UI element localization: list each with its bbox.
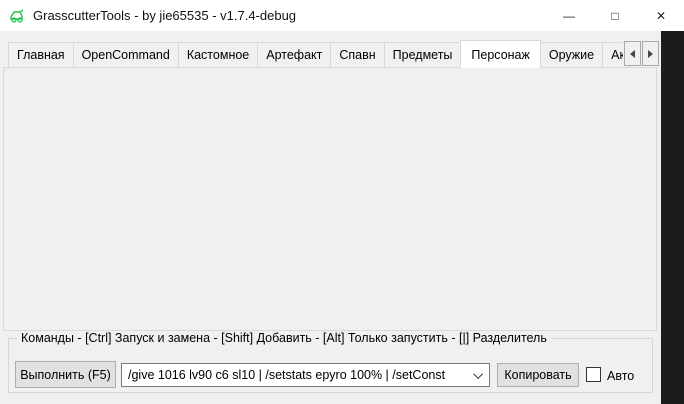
tab-spawn[interactable]: Спавн — [330, 42, 384, 68]
tab-scroll-left-button[interactable] — [624, 41, 641, 66]
grasscutter-app-icon — [9, 8, 25, 24]
tab-strip: Главная OpenCommand Кастомное Артефакт С… — [8, 40, 623, 68]
command-input[interactable] — [128, 368, 476, 382]
auto-checkbox[interactable] — [586, 367, 601, 382]
tab-weapon[interactable]: Оружие — [540, 42, 603, 68]
command-combobox[interactable] — [121, 363, 490, 387]
tab-opencommand[interactable]: OpenCommand — [73, 42, 179, 68]
tab-account[interactable]: Аккаунт — [602, 42, 623, 68]
arrow-left-icon — [630, 50, 635, 58]
window-controls: — □ ✕ — [546, 0, 684, 31]
maximize-button[interactable]: □ — [592, 0, 638, 31]
copy-command-button[interactable]: Копировать — [497, 363, 579, 387]
close-button[interactable]: ✕ — [638, 0, 684, 31]
auto-checkbox-label: Авто — [607, 369, 634, 383]
minimize-button[interactable]: — — [546, 0, 592, 31]
arrow-right-icon — [648, 50, 653, 58]
screenshot-backdrop: GrasscutterTools - by jie65535 - v1.7.4-… — [0, 0, 684, 404]
window-title: GrasscutterTools - by jie65535 - v1.7.4-… — [33, 8, 296, 23]
title-bar: GrasscutterTools - by jie65535 - v1.7.4-… — [0, 0, 684, 31]
run-command-button[interactable]: Выполнить (F5) — [15, 361, 116, 388]
tab-custom[interactable]: Кастомное — [178, 42, 258, 68]
commands-group: Команды - [Ctrl] Запуск и замена - [Shif… — [8, 338, 653, 393]
tab-page-character — [3, 67, 657, 331]
tab-main[interactable]: Главная — [8, 42, 74, 68]
tab-artifact[interactable]: Артефакт — [257, 42, 331, 68]
tab-scroll-right-button[interactable] — [642, 41, 659, 66]
window-body: Главная OpenCommand Кастомное Артефакт С… — [0, 31, 661, 404]
tab-scroll-buttons — [623, 41, 659, 66]
tab-items[interactable]: Предметы — [384, 42, 462, 68]
tab-character[interactable]: Персонаж — [460, 40, 540, 68]
commands-group-title: Команды - [Ctrl] Запуск и замена - [Shif… — [17, 331, 551, 345]
